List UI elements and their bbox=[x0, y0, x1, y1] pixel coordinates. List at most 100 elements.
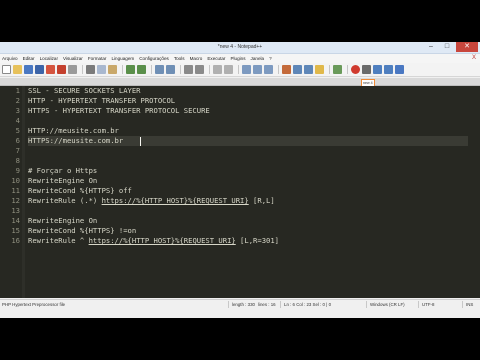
menu-janela[interactable]: Janela bbox=[251, 54, 265, 63]
sync-vertical-icon[interactable] bbox=[213, 65, 222, 74]
code-text: [L,R=301] bbox=[235, 236, 280, 245]
function-list-icon[interactable] bbox=[304, 65, 313, 74]
zoom-out-icon[interactable] bbox=[195, 65, 204, 74]
menu-help[interactable]: ? bbox=[269, 54, 272, 63]
toolbar-separator bbox=[209, 65, 210, 74]
code-line: RewriteRule ^ https://%{HTTP_HOST}%{REQU… bbox=[28, 236, 468, 246]
toolbar bbox=[0, 63, 480, 77]
menu-macro[interactable]: Macro bbox=[190, 54, 203, 63]
save-macro-icon[interactable] bbox=[395, 65, 404, 74]
status-bar: PHP Hypertext Preprocessor file length :… bbox=[0, 299, 480, 308]
menu-editar[interactable]: Editar bbox=[23, 54, 35, 63]
status-position: Ln : 6 Col : 23 Sel : 0 | 0 bbox=[284, 302, 332, 307]
fold-margin[interactable] bbox=[22, 86, 25, 298]
menu-localizar[interactable]: Localizar bbox=[40, 54, 58, 63]
line-number: 12 bbox=[11, 196, 20, 205]
status-eol[interactable]: Windows (CR LF) bbox=[370, 300, 405, 309]
status-insert-mode[interactable]: INS bbox=[466, 300, 473, 309]
close-document-icon[interactable]: X bbox=[472, 54, 476, 63]
line-number: 10 bbox=[11, 176, 20, 185]
code-line: SSL - SECURE SOCKETS LAYER bbox=[28, 86, 141, 95]
line-number: 13 bbox=[11, 206, 20, 215]
code-line: RewriteCond %{HTTPS} !=on bbox=[28, 226, 137, 235]
stop-macro-icon[interactable] bbox=[362, 65, 371, 74]
notepad-plus-plus-window: *new 4 - Notepad++ – □ ✕ Arquivo Editar … bbox=[0, 42, 480, 318]
status-length: length : 330 bbox=[232, 302, 255, 307]
word-wrap-icon[interactable] bbox=[242, 65, 251, 74]
code-line: RewriteEngine On bbox=[28, 216, 98, 225]
zoom-in-icon[interactable] bbox=[184, 65, 193, 74]
toolbar-separator bbox=[347, 65, 348, 74]
cut-icon[interactable] bbox=[86, 65, 95, 74]
record-macro-icon[interactable] bbox=[351, 65, 360, 74]
toolbar-separator bbox=[122, 65, 123, 74]
run-macro-multiple-icon[interactable] bbox=[384, 65, 393, 74]
show-all-chars-icon[interactable] bbox=[253, 65, 262, 74]
save-icon[interactable] bbox=[24, 65, 33, 74]
sync-horizontal-icon[interactable] bbox=[224, 65, 233, 74]
close-icon[interactable]: ✕ bbox=[456, 42, 478, 52]
code-line-current: HTTPS://meusite.com.br bbox=[28, 136, 468, 146]
status-encoding[interactable]: UTF-8 bbox=[422, 300, 434, 309]
status-file-type: PHP Hypertext Preprocessor file bbox=[2, 302, 66, 307]
status-separator bbox=[462, 301, 463, 308]
play-macro-icon[interactable] bbox=[373, 65, 382, 74]
line-number-gutter: 1 2 3 4 5 6 7 8 9 10 11 12 13 14 15 16 bbox=[0, 86, 22, 298]
tab-bar: new 4 ✕ bbox=[0, 78, 480, 86]
status-separator bbox=[228, 301, 229, 308]
print-icon[interactable] bbox=[68, 65, 77, 74]
maximize-icon[interactable]: □ bbox=[440, 42, 454, 52]
toolbar-separator bbox=[278, 65, 279, 74]
code-line: RewriteEngine On bbox=[28, 176, 98, 185]
menu-plugins[interactable]: Plugins bbox=[230, 54, 245, 63]
menu-tools[interactable]: Tools bbox=[174, 54, 185, 63]
paste-icon[interactable] bbox=[108, 65, 117, 74]
code-text: [R,L] bbox=[248, 196, 275, 205]
line-number: 4 bbox=[15, 116, 20, 125]
code-line: HTTP - HYPERTEXT TRANSFER PROTOCOL bbox=[28, 96, 176, 105]
monitoring-icon[interactable] bbox=[333, 65, 342, 74]
find-icon[interactable] bbox=[155, 65, 164, 74]
replace-icon[interactable] bbox=[166, 65, 175, 74]
undo-icon[interactable] bbox=[126, 65, 135, 74]
close-all-icon[interactable] bbox=[57, 65, 66, 74]
save-all-icon[interactable] bbox=[35, 65, 44, 74]
redo-icon[interactable] bbox=[137, 65, 146, 74]
new-file-icon[interactable] bbox=[2, 65, 11, 74]
close-icon[interactable] bbox=[46, 65, 55, 74]
code-line: RewriteCond %{HTTPS} off bbox=[28, 186, 132, 195]
code-line-comment: # Forçar o Https bbox=[28, 166, 98, 175]
doc-map-icon[interactable] bbox=[293, 65, 302, 74]
open-file-icon[interactable] bbox=[13, 65, 22, 74]
code-line: RewriteRule (.*) https://%{HTTP_HOST}%{R… bbox=[28, 196, 468, 206]
tab-new-4[interactable]: new 4 ✕ bbox=[361, 79, 375, 86]
menu-bar: Arquivo Editar Localizar Visualizar Form… bbox=[0, 54, 480, 63]
line-number: 9 bbox=[15, 166, 20, 175]
code-link[interactable]: https://%{HTTP_HOST}%{REQUEST_URI} bbox=[89, 236, 236, 245]
code-link[interactable]: https://%{HTTP_HOST}%{REQUEST_URI} bbox=[102, 196, 249, 205]
menu-visualizar[interactable]: Visualizar bbox=[63, 54, 83, 63]
indent-guide-icon[interactable] bbox=[264, 65, 273, 74]
line-number: 5 bbox=[15, 126, 20, 135]
menu-arquivo[interactable]: Arquivo bbox=[2, 54, 18, 63]
minimize-icon[interactable]: – bbox=[424, 42, 438, 52]
folder-workspace-icon[interactable] bbox=[315, 65, 324, 74]
menu-executar[interactable]: Executar bbox=[207, 54, 225, 63]
menu-linguagem[interactable]: Linguagem bbox=[111, 54, 134, 63]
toolbar-separator bbox=[180, 65, 181, 74]
line-number: 6 bbox=[15, 136, 20, 145]
menu-configuracoes[interactable]: Configurações bbox=[139, 54, 169, 63]
status-separator bbox=[366, 301, 367, 308]
udl-icon[interactable] bbox=[282, 65, 291, 74]
code-line: HTTP://meusite.com.br bbox=[28, 126, 119, 135]
line-number: 16 bbox=[11, 236, 20, 245]
status-separator bbox=[280, 301, 281, 308]
toolbar-separator bbox=[329, 65, 330, 74]
code-editor[interactable]: 1 2 3 4 5 6 7 8 9 10 11 12 13 14 15 16 S… bbox=[0, 86, 480, 298]
menu-formatar[interactable]: Formatar bbox=[88, 54, 107, 63]
copy-icon[interactable] bbox=[97, 65, 106, 74]
line-number: 2 bbox=[15, 96, 20, 105]
status-separator bbox=[418, 301, 419, 308]
